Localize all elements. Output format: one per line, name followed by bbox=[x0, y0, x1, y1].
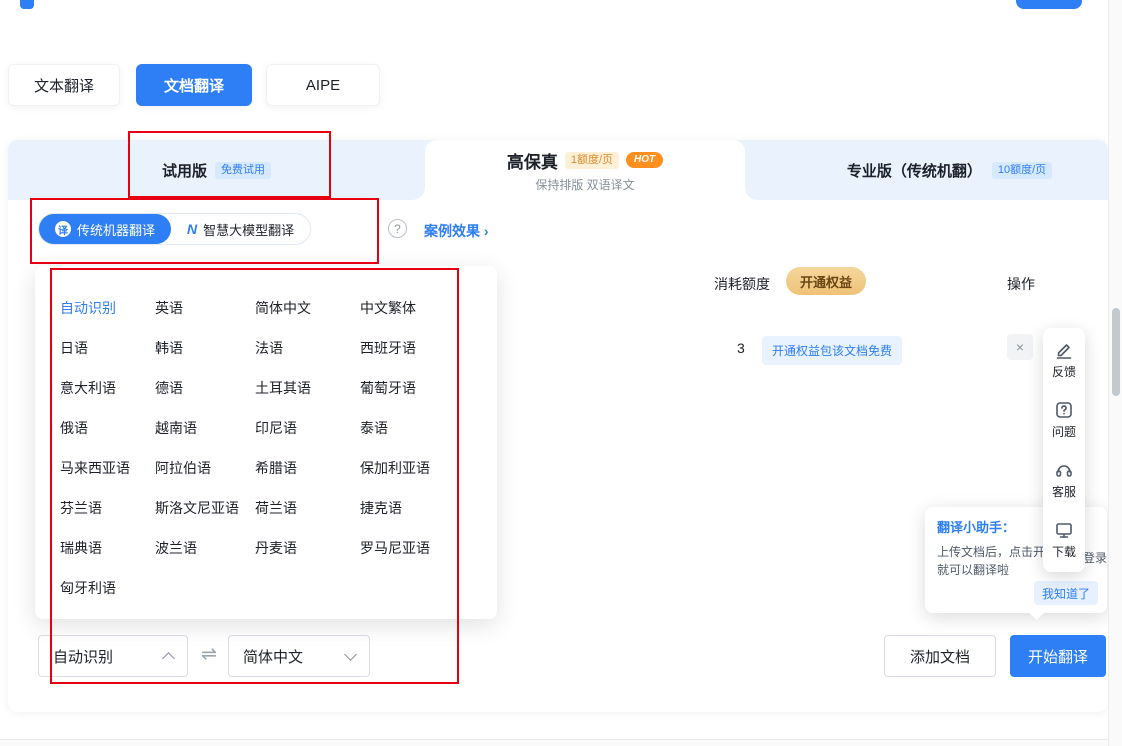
language-option[interactable]: 英语 bbox=[155, 298, 255, 318]
edit-pencil-icon bbox=[1054, 340, 1074, 360]
tab-text-translate[interactable]: 文本翻译 bbox=[8, 64, 120, 106]
assistant-tooltip-line2: 就可以翻译啦 bbox=[937, 561, 1009, 578]
floating-help-menu: 反馈 问题 客服 下载 bbox=[1043, 328, 1085, 572]
language-option[interactable]: 波兰语 bbox=[155, 538, 255, 558]
hifi-subtitle: 保持排版 双语译文 bbox=[535, 176, 634, 193]
question-button[interactable]: 问题 bbox=[1052, 400, 1076, 440]
start-translate-button[interactable]: 开始翻译 bbox=[1010, 635, 1106, 677]
language-option[interactable]: 葡萄牙语 bbox=[360, 378, 497, 398]
language-option[interactable]: 斯洛文尼亚语 bbox=[155, 498, 255, 518]
chevron-down-icon bbox=[344, 648, 357, 661]
language-option[interactable]: 马来西亚语 bbox=[60, 458, 155, 478]
pro-price-badge: 10额度/页 bbox=[992, 162, 1052, 179]
language-option[interactable]: 日语 bbox=[60, 338, 155, 358]
source-language-value: 自动识别 bbox=[53, 646, 113, 667]
language-option[interactable]: 简体中文 bbox=[255, 298, 360, 318]
pro-title: 专业版（传统机翻） bbox=[847, 160, 982, 181]
feedback-button[interactable]: 反馈 bbox=[1052, 340, 1076, 380]
customer-service-button[interactable]: 客服 bbox=[1052, 460, 1076, 500]
language-option[interactable]: 丹麦语 bbox=[255, 538, 360, 558]
tab-doc-translate[interactable]: 文档翻译 bbox=[136, 64, 252, 106]
vertical-scrollbar[interactable] bbox=[1108, 0, 1122, 746]
free-note-tag[interactable]: 开通权益包该文档免费 bbox=[762, 336, 902, 365]
target-language-value: 简体中文 bbox=[243, 646, 303, 667]
tab-aipe[interactable]: AIPE bbox=[266, 64, 380, 106]
remove-document-button[interactable]: × bbox=[1007, 334, 1033, 360]
language-option[interactable]: 韩语 bbox=[155, 338, 255, 358]
plan-tab-trial[interactable]: 试用版 免费试用 bbox=[8, 140, 425, 200]
app-window: 文本翻译 文档翻译 AIPE 试用版 免费试用 高保真 1额度/页 HOT 保持… bbox=[0, 0, 1122, 746]
customer-service-label: 客服 bbox=[1052, 483, 1076, 500]
mode-llm-label: 智慧大模型翻译 bbox=[203, 220, 294, 239]
mode-llm[interactable]: N 智慧大模型翻译 bbox=[171, 214, 310, 244]
help-icon[interactable]: ? bbox=[388, 219, 407, 238]
language-option[interactable]: 保加利亚语 bbox=[360, 458, 497, 478]
question-icon bbox=[1054, 400, 1074, 420]
language-option[interactable]: 德语 bbox=[155, 378, 255, 398]
quota-value: 3 bbox=[737, 340, 745, 356]
download-label: 下载 bbox=[1052, 543, 1076, 560]
language-option[interactable]: 中文繁体 bbox=[360, 298, 497, 318]
translate-icon: 译 bbox=[55, 221, 71, 237]
mode-traditional-mt[interactable]: 译 传统机器翻译 bbox=[39, 214, 171, 244]
language-option[interactable]: 土耳其语 bbox=[255, 378, 360, 398]
language-option[interactable]: 匈牙利语 bbox=[60, 578, 155, 598]
language-option[interactable]: 意大利语 bbox=[60, 378, 155, 398]
logo-fragment bbox=[20, 0, 34, 9]
horizontal-scrollbar[interactable] bbox=[0, 739, 1108, 746]
action-header: 操作 bbox=[1007, 274, 1035, 294]
headset-icon bbox=[1054, 460, 1074, 480]
language-dropdown-panel: 自动识别英语简体中文中文繁体日语韩语法语西班牙语意大利语德语土耳其语葡萄牙语俄语… bbox=[35, 266, 497, 619]
swap-languages-icon[interactable]: ⇌ bbox=[194, 643, 224, 666]
language-option[interactable]: 罗马尼亚语 bbox=[360, 538, 497, 558]
assistant-tooltip-line1: 上传文档后，点击开 bbox=[937, 543, 1045, 560]
topbar-button-fragment[interactable] bbox=[1016, 0, 1082, 9]
trial-title: 试用版 bbox=[162, 160, 207, 181]
mode-traditional-label: 传统机器翻译 bbox=[77, 220, 155, 239]
hifi-price-badge: 1额度/页 bbox=[565, 152, 619, 169]
ai-model-icon: N bbox=[187, 221, 197, 237]
got-it-button[interactable]: 我知道了 bbox=[1034, 581, 1098, 605]
mode-toggle: 译 传统机器翻译 N 智慧大模型翻译 bbox=[38, 213, 311, 245]
language-grid: 自动识别英语简体中文中文繁体日语韩语法语西班牙语意大利语德语土耳其语葡萄牙语俄语… bbox=[35, 266, 497, 608]
activate-benefit-button[interactable]: 开通权益 bbox=[786, 267, 866, 295]
target-language-select[interactable]: 简体中文 bbox=[228, 635, 370, 677]
monitor-icon bbox=[1054, 520, 1074, 540]
plan-tab-pro[interactable]: 专业版（传统机翻） 10额度/页 bbox=[745, 140, 1108, 200]
quota-header: 消耗额度 bbox=[714, 274, 770, 294]
language-option[interactable]: 荷兰语 bbox=[255, 498, 360, 518]
language-option[interactable]: 捷克语 bbox=[360, 498, 497, 518]
hot-badge: HOT bbox=[626, 152, 663, 168]
language-option[interactable]: 泰语 bbox=[360, 418, 497, 438]
language-option[interactable]: 自动识别 bbox=[60, 298, 155, 318]
language-option[interactable]: 法语 bbox=[255, 338, 360, 358]
language-option[interactable]: 印尼语 bbox=[255, 418, 360, 438]
hifi-title: 高保真 bbox=[507, 148, 558, 173]
question-label: 问题 bbox=[1052, 423, 1076, 440]
language-option[interactable]: 西班牙语 bbox=[360, 338, 497, 358]
feedback-label: 反馈 bbox=[1052, 363, 1076, 380]
language-option[interactable]: 越南语 bbox=[155, 418, 255, 438]
chevron-up-icon bbox=[162, 652, 175, 665]
source-language-select[interactable]: 自动识别 bbox=[38, 635, 188, 677]
language-option[interactable]: 俄语 bbox=[60, 418, 155, 438]
language-option[interactable]: 阿拉伯语 bbox=[155, 458, 255, 478]
language-option[interactable]: 希腊语 bbox=[255, 458, 360, 478]
language-option[interactable]: 瑞典语 bbox=[60, 538, 155, 558]
login-text-fragment: 登录 bbox=[1083, 549, 1107, 566]
plan-tab-hifi[interactable]: 高保真 1额度/页 HOT 保持排版 双语译文 bbox=[425, 140, 745, 200]
vertical-scrollbar-thumb[interactable] bbox=[1112, 308, 1120, 396]
add-document-button[interactable]: 添加文档 bbox=[884, 635, 996, 677]
case-examples-link[interactable]: 案例效果 › bbox=[424, 221, 489, 241]
download-button[interactable]: 下载 bbox=[1052, 520, 1076, 560]
trial-free-badge: 免费试用 bbox=[215, 162, 271, 179]
language-option[interactable]: 芬兰语 bbox=[60, 498, 155, 518]
